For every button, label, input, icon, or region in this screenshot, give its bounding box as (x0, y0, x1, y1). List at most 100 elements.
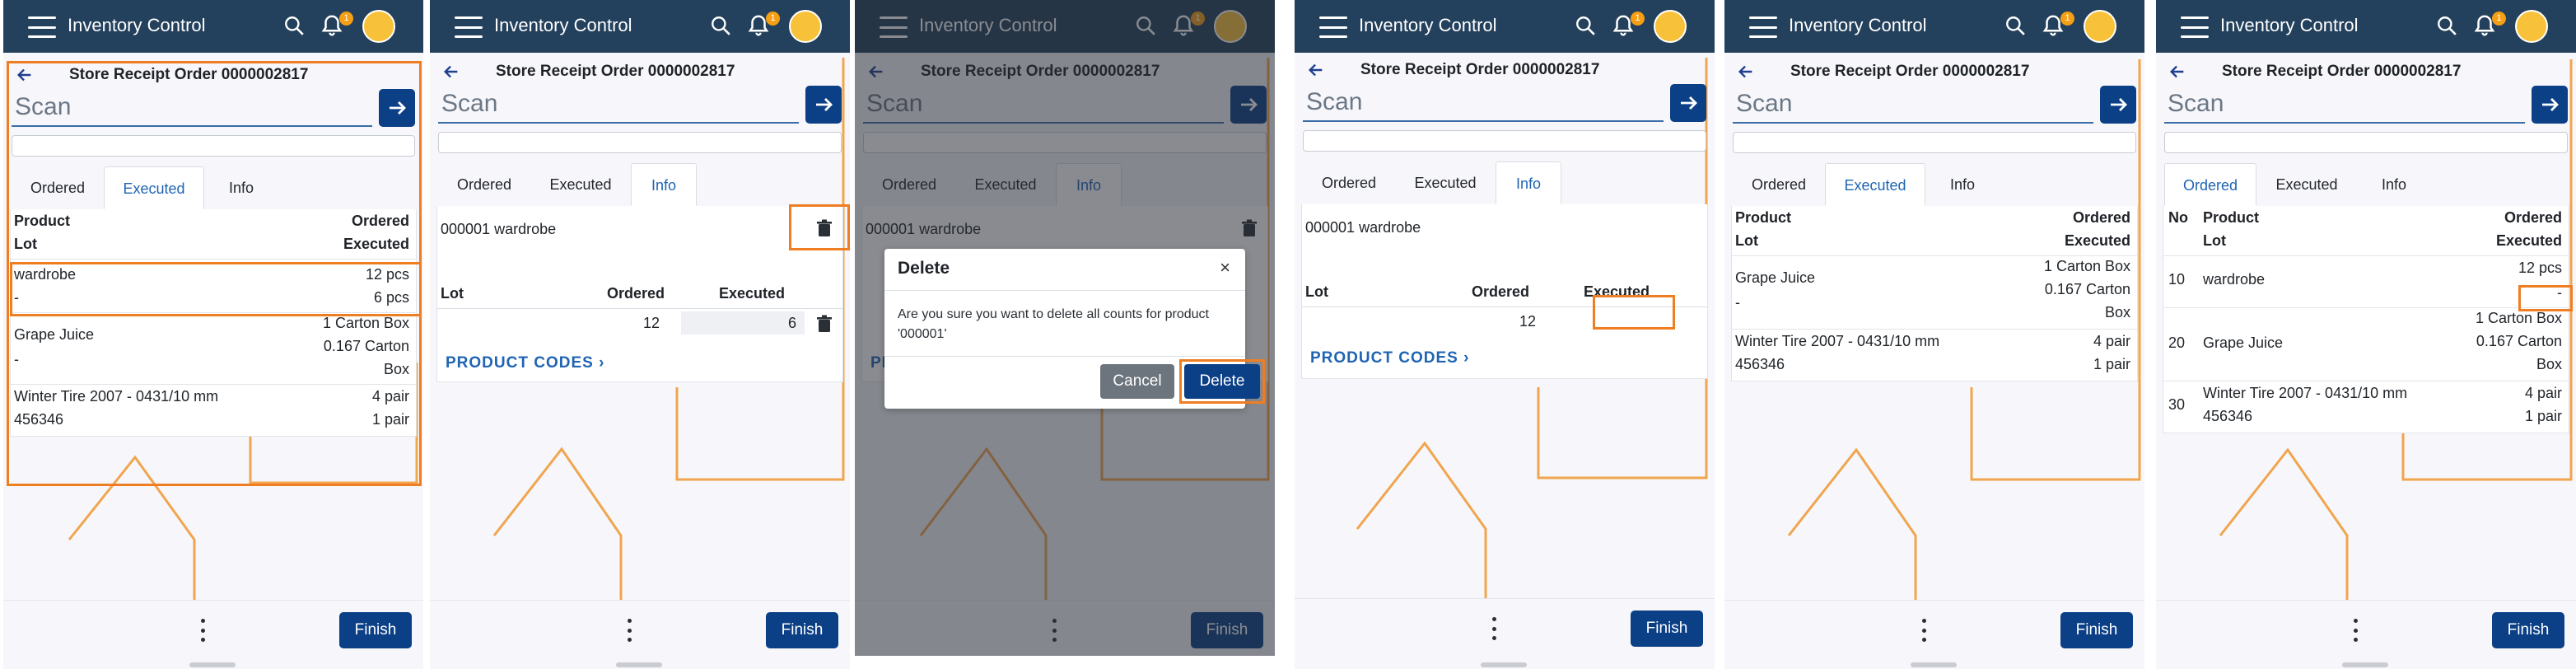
resize-handle[interactable] (2342, 662, 2388, 667)
product-codes-link[interactable]: PRODUCT CODES › (1310, 349, 1469, 367)
column-header: Lot (441, 285, 464, 302)
tab-info[interactable]: Info (204, 166, 278, 209)
menu-icon[interactable] (28, 16, 56, 38)
avatar[interactable] (1654, 10, 1687, 43)
resize-handle[interactable] (616, 662, 662, 667)
tab-info[interactable]: Info (1496, 161, 1561, 204)
list-item[interactable]: Grape Juice - 1 Carton Box 0.167 Carton … (11, 313, 416, 385)
tab-ordered[interactable]: Ordered (12, 166, 104, 209)
list-item[interactable]: Grape Juice - 1 Carton Box 0.167 Carton … (1732, 256, 2137, 330)
avatar[interactable] (362, 10, 395, 43)
search-icon[interactable] (283, 15, 305, 36)
secondary-input[interactable] (12, 135, 415, 157)
avatar[interactable] (2084, 10, 2116, 43)
tab-executed[interactable]: Executed (104, 166, 204, 209)
finish-button[interactable]: Finish (2060, 612, 2133, 648)
scan-input[interactable] (1733, 86, 2093, 124)
more-vertical-icon[interactable] (626, 619, 632, 642)
chevron-right-icon: › (599, 354, 605, 372)
item-number: 20 (2168, 334, 2186, 351)
more-vertical-icon[interactable] (1491, 617, 1497, 640)
screen-info-after-delete: Inventory Control 1 Store Receipt Order … (1295, 0, 1715, 669)
back-arrow-icon[interactable] (2168, 63, 2187, 81)
app-title: Inventory Control (2220, 15, 2359, 35)
secondary-input[interactable] (1303, 130, 1706, 152)
finish-button[interactable]: Finish (1631, 611, 1703, 647)
list-item[interactable]: Winter Tire 2007 - 0431/10 mm 4 pair 456… (1732, 330, 2137, 381)
column-header: Executed (343, 236, 409, 252)
tab-ordered[interactable]: Ordered (2164, 163, 2256, 206)
item-executed: 1 pair (2524, 408, 2562, 424)
item-ordered: 0.167 Carton (2476, 333, 2562, 349)
search-icon[interactable] (2004, 15, 2026, 36)
product-codes-link[interactable]: PRODUCT CODES › (446, 354, 604, 372)
resize-handle[interactable] (1911, 662, 1957, 667)
resize-handle[interactable] (1481, 662, 1527, 667)
tab-info[interactable]: Info (631, 163, 697, 206)
back-arrow-icon[interactable] (1306, 61, 1326, 79)
scan-submit-button[interactable] (805, 86, 842, 124)
list-item[interactable]: wardrobe 12 pcs - 6 pcs (11, 260, 416, 313)
tab-ordered[interactable]: Ordered (1303, 161, 1395, 204)
close-icon[interactable]: × (1220, 257, 1230, 278)
column-header: Ordered (351, 213, 409, 229)
tab-executed[interactable]: Executed (2256, 163, 2357, 206)
dialog-message: Are you sure you want to delete all coun… (898, 307, 1209, 341)
scan-submit-button[interactable] (1670, 84, 1706, 122)
scan-input[interactable] (438, 86, 799, 124)
product-codes-label: PRODUCT CODES (1310, 349, 1458, 367)
scan-submit-button[interactable] (379, 89, 415, 127)
executed-input[interactable]: 6 (681, 311, 805, 334)
tab-info[interactable]: Info (1925, 163, 2000, 206)
item-ordered: 0.167 Carton (2044, 281, 2130, 297)
scan-input[interactable] (1303, 84, 1664, 122)
resize-handle[interactable] (189, 662, 236, 667)
list-item[interactable]: 10 wardrobe 12 pcs - (2163, 256, 2569, 308)
scan-input[interactable] (2164, 86, 2525, 124)
top-app-bar: Inventory Control 1 (1724, 0, 2144, 53)
screen-ordered-list: Inventory Control 1 Store Receipt Order … (2156, 0, 2576, 669)
back-arrow-icon[interactable] (1736, 63, 1756, 81)
more-vertical-icon[interactable] (199, 619, 206, 642)
trash-icon[interactable] (816, 219, 833, 237)
list-item[interactable]: 20 Grape Juice 1 Carton Box 0.167 Carton… (2163, 308, 2569, 381)
secondary-input[interactable] (1733, 132, 2136, 153)
tab-executed[interactable]: Executed (1825, 163, 1925, 206)
item-number: 10 (2168, 271, 2186, 288)
arrow-right-icon (2542, 98, 2559, 111)
more-vertical-icon[interactable] (2352, 619, 2359, 642)
page-title: Store Receipt Order 0000002817 (2222, 63, 2462, 80)
back-arrow-icon[interactable] (441, 63, 461, 81)
avatar[interactable] (789, 10, 822, 43)
menu-icon[interactable] (1749, 16, 1777, 38)
secondary-input[interactable] (438, 132, 842, 153)
tab-ordered[interactable]: Ordered (1733, 163, 1825, 206)
list-item[interactable]: 30 Winter Tire 2007 - 0431/10 mm 4 pair … (2163, 381, 2569, 433)
search-icon[interactable] (1575, 15, 1596, 36)
menu-icon[interactable] (455, 16, 483, 38)
more-vertical-icon[interactable] (1920, 619, 1927, 642)
list-item[interactable]: Winter Tire 2007 - 0431/10 mm 4 pair 456… (11, 385, 416, 436)
secondary-input[interactable] (2164, 132, 2568, 153)
finish-button[interactable]: Finish (339, 612, 412, 648)
finish-button[interactable]: Finish (766, 612, 838, 648)
scan-submit-button[interactable] (2100, 86, 2136, 124)
delete-button[interactable]: Delete (1184, 364, 1260, 399)
back-arrow-icon[interactable] (15, 66, 35, 84)
menu-icon[interactable] (2181, 16, 2209, 38)
tab-executed[interactable]: Executed (1395, 161, 1496, 204)
tab-info[interactable]: Info (2357, 163, 2431, 206)
scan-submit-button[interactable] (2532, 86, 2568, 124)
scan-input[interactable] (12, 89, 372, 127)
notification-badge: 1 (1631, 12, 1645, 26)
tab-executed[interactable]: Executed (530, 163, 631, 206)
finish-button[interactable]: Finish (2492, 612, 2564, 648)
search-icon[interactable] (710, 15, 731, 36)
page-title: Store Receipt Order 0000002817 (69, 66, 309, 83)
menu-icon[interactable] (1319, 16, 1347, 38)
search-icon[interactable] (2436, 15, 2457, 36)
avatar[interactable] (2515, 10, 2548, 43)
cancel-button[interactable]: Cancel (1100, 364, 1174, 399)
tab-ordered[interactable]: Ordered (438, 163, 530, 206)
trash-icon[interactable] (816, 315, 833, 333)
